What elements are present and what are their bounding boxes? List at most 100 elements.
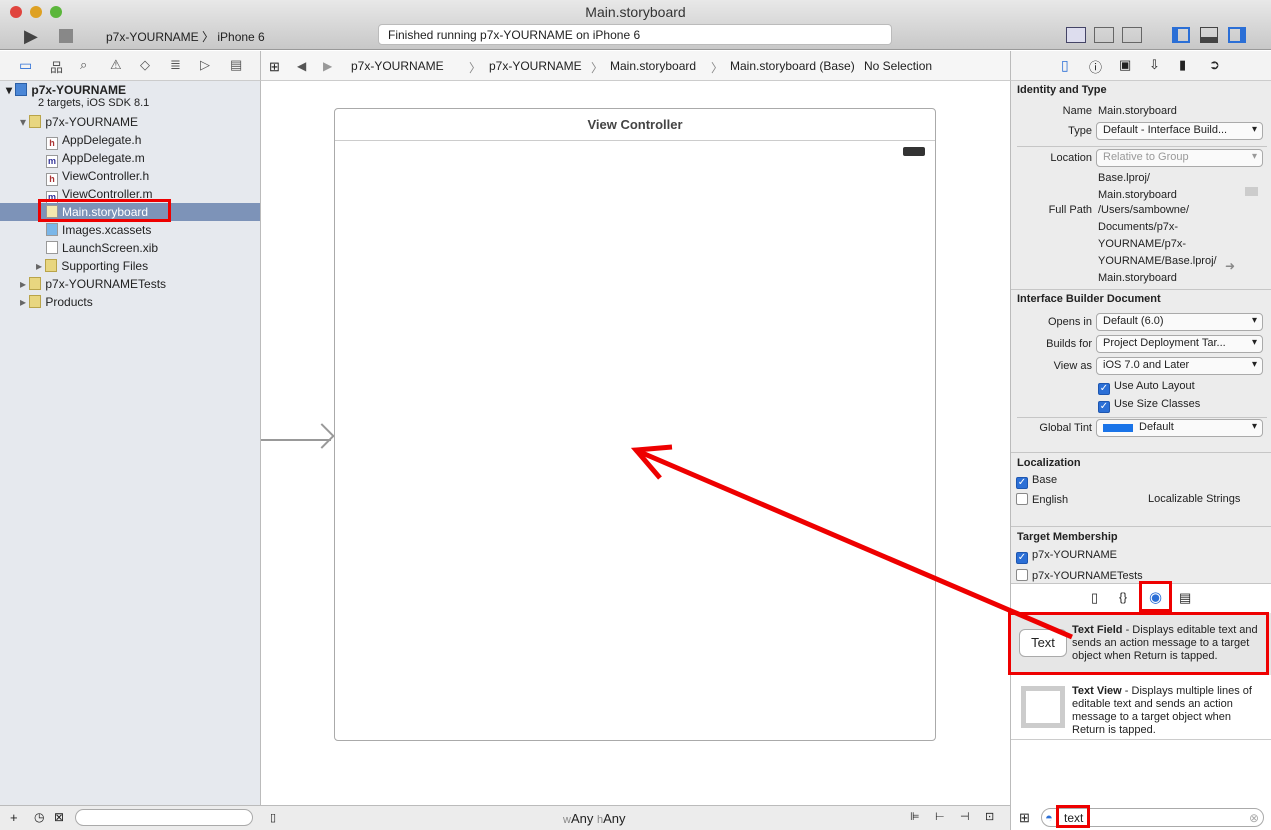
annotation-box-filter [1056,805,1090,828]
pin-icon[interactable]: ⊢ [935,810,945,823]
full-path-value: /Users/sambowne/ Documents/p7x- YOURNAME… [1098,204,1217,284]
resizing-icon[interactable]: ⊡ [985,810,994,823]
opens-in-label: Opens in [1047,316,1092,328]
view-controller-scene[interactable]: View Controller [334,108,936,741]
breakpoint-icon[interactable]: ▷ [200,57,210,73]
arrow-head-icon [309,423,335,449]
navigator-selector-bar: ▭ 品 ⌕ ⚠ ◇ ≣ ▷ ▤ [0,51,261,81]
document-outline-icon[interactable]: ▯ [270,811,276,824]
jump-file[interactable]: Main.storyboard [610,59,696,73]
folder-icon[interactable] [1245,187,1258,196]
debug-icon[interactable]: ≣ [170,57,181,73]
tint-popup[interactable]: Default [1096,419,1263,437]
nav-item[interactable]: Images.xcassets [0,221,260,239]
nav-item-label: ViewController.h [62,169,150,183]
opens-in-popup[interactable]: Default (6.0) [1096,313,1263,331]
type-label: Type [1068,125,1092,137]
forward-icon[interactable]: ▶ [323,59,332,73]
nav-item-label: Products [45,295,93,309]
builds-for-popup[interactable]: Project Deployment Tar... [1096,335,1263,353]
nav-item[interactable]: ▾ p7x-YOURNAME [0,113,260,131]
utilities-toggle-icon[interactable] [1228,27,1246,43]
section-localization: Localization [1017,457,1081,469]
search-icon[interactable]: ⌕ [80,57,87,73]
scene-title: View Controller [335,109,935,141]
back-icon[interactable]: ◀ [297,59,306,73]
recent-icon[interactable]: ◷ [34,810,44,824]
section-ib-document: Interface Builder Document [1017,293,1161,305]
nav-item[interactable]: ▸ Products [0,293,260,311]
media-library-icon[interactable]: ▤ [1179,590,1191,606]
nav-item[interactable]: m AppDelegate.m [0,149,260,168]
view-as-label: View as [1053,360,1092,372]
assistant-editor-icon[interactable] [1094,27,1114,43]
scheme-name: p7x-YOURNAME [106,30,199,44]
target-tests-checkbox[interactable]: p7x-YOURNAMETests [1016,569,1143,582]
resolve-icon[interactable]: ⊣ [960,810,970,823]
issue-icon[interactable]: ⚠ [110,57,122,73]
clear-icon[interactable]: ⊗ [1249,811,1259,825]
project-navigator: ▾ p7x-YOURNAME 2 targets, iOS SDK 8.1 ▾ … [0,81,261,805]
attributes-inspector-icon[interactable]: ⇩ [1149,57,1160,73]
target-app-checkbox[interactable]: ✓ p7x-YOURNAME [1016,549,1117,564]
version-editor-icon[interactable] [1122,27,1142,43]
loc-base-checkbox[interactable]: ✓ Base [1016,474,1057,489]
folder-file-icon [29,115,42,128]
standard-editor-icon[interactable] [1066,27,1086,43]
file-inspector-icon[interactable]: ▯ [1061,57,1069,74]
activity-status: Finished running p7x-YOURNAME on iPhone … [378,24,892,45]
nav-item[interactable]: ▸ Supporting Files [0,257,260,275]
identity-inspector-icon[interactable]: ▣ [1119,57,1131,73]
inspector-selector-bar: ▯ ⓘ ▣ ⇩ ▮ ➲ [1010,51,1271,81]
nav-item[interactable]: LaunchScreen.xib [0,239,260,257]
location-popup[interactable]: Relative to Group [1096,149,1263,167]
test-icon[interactable]: ◇ [140,57,150,73]
loc-english-checkbox[interactable]: English [1016,493,1068,506]
connections-inspector-icon[interactable]: ➲ [1209,57,1220,73]
code-snippet-icon[interactable]: {} [1119,590,1127,604]
folder-file-icon [29,295,42,308]
nav-item-label: p7x-YOURNAMETests [45,277,167,291]
file-template-icon[interactable]: ▯ [1091,590,1098,606]
window-title: Main.storyboard [585,4,686,20]
annotation-box-library [1139,581,1172,612]
library-item-text-view[interactable]: Text View - Displays multiple lines of e… [1011,678,1271,740]
jump-project[interactable]: p7x-YOURNAME [351,59,444,73]
grid-view-icon[interactable]: ⊞ [1019,810,1030,826]
align-icon[interactable]: ⊫ [910,810,920,823]
navigator-toggle-icon[interactable] [1172,27,1190,43]
jump-selection[interactable]: No Selection [864,59,932,73]
log-icon[interactable]: ▤ [230,57,242,73]
toolbar: Main.storyboard ▶ p7x-YOURNAME 〉 iPhone … [0,0,1271,50]
symbol-navigator-icon[interactable]: 品 [50,57,63,76]
add-icon[interactable]: + [10,810,18,825]
jump-localization[interactable]: Main.storyboard (Base) [730,59,855,73]
view-as-popup[interactable]: iOS 7.0 and Later [1096,357,1263,375]
project-navigator-icon[interactable]: ▭ [19,57,32,74]
jump-folder[interactable]: p7x-YOURNAME [489,59,582,73]
size-classes-checkbox[interactable]: ✓ Use Size Classes [1098,396,1200,413]
jump-bar: ⊞ ◀ ▶ p7x-YOURNAME 〉 p7x-YOURNAME 〉 Main… [261,51,1010,81]
size-class-control[interactable]: wAny hAny [563,811,626,826]
loc-english-type[interactable]: Localizable Strings [1148,493,1240,505]
nav-item[interactable]: ▸ p7x-YOURNAMETests [0,275,260,293]
scheme-selector[interactable]: p7x-YOURNAME 〉 iPhone 6 [106,28,265,45]
nav-item[interactable]: h AppDelegate.h [0,131,260,150]
tint-label: Global Tint [1039,422,1092,434]
auto-layout-checkbox[interactable]: ✓ Use Auto Layout [1098,378,1195,395]
reveal-arrow-icon[interactable]: ➜ [1225,259,1235,273]
quick-help-icon[interactable]: ⓘ [1089,57,1102,76]
scm-icon[interactable]: ⊠ [54,810,64,824]
assets-file-icon [46,223,59,236]
nav-item[interactable]: h ViewController.h [0,167,260,186]
size-inspector-icon[interactable]: ▮ [1179,57,1186,73]
annotation-box-textfield [1008,612,1269,675]
navigator-filter-input[interactable] [75,809,253,826]
debug-toggle-icon[interactable] [1200,27,1218,43]
type-popup[interactable]: Default - Interface Build... [1096,122,1263,140]
name-field[interactable]: Main.storyboard [1098,103,1177,120]
stop-icon[interactable] [59,29,73,43]
run-icon[interactable]: ▶ [24,26,38,47]
nav-item-label: Supporting Files [61,259,149,273]
related-items-icon[interactable]: ⊞ [269,59,280,75]
